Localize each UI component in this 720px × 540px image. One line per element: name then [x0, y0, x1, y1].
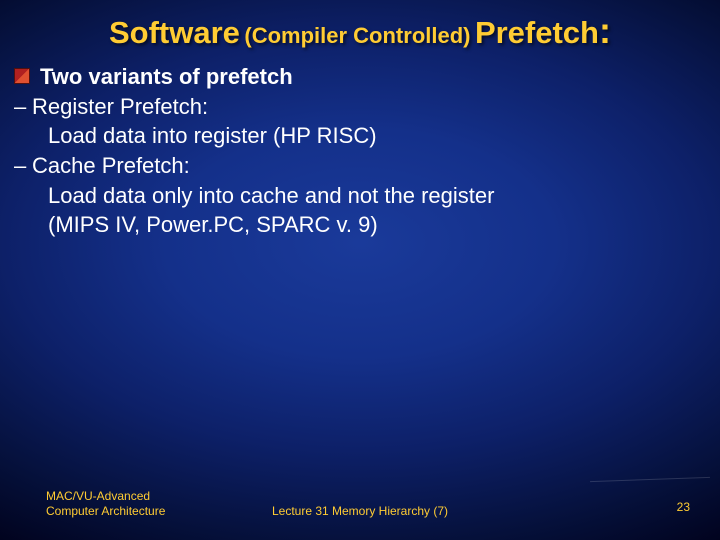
list-item: – Cache Prefetch: — [14, 151, 706, 181]
title-part2: (Compiler Controlled) — [244, 23, 470, 48]
bullet-text: Two variants of prefetch — [40, 62, 293, 92]
title-part3: Prefetch — [475, 15, 599, 50]
footer-mid: Lecture 31 Memory Hierarchy (7) — [0, 504, 720, 518]
slide: Software (Compiler Controlled) Prefetch:… — [0, 0, 720, 540]
slide-title: Software (Compiler Controlled) Prefetch: — [0, 10, 720, 52]
dash-icon: – — [14, 151, 32, 181]
dash-icon: – — [14, 92, 32, 122]
item1-desc: Load data into register (HP RISC) — [14, 121, 706, 151]
item2-desc-line1: Load data only into cache and not the re… — [14, 181, 706, 211]
decorative-line — [590, 477, 710, 482]
title-part1: Software — [109, 15, 240, 50]
list-item: – Register Prefetch: — [14, 92, 706, 122]
footer-left-line1: MAC/VU-Advanced — [46, 489, 165, 503]
title-colon: : — [599, 10, 611, 51]
item1-label: Register Prefetch: — [32, 92, 706, 122]
item2-label: Cache Prefetch: — [32, 151, 706, 181]
item2-desc-line2: (MIPS IV, Power.PC, SPARC v. 9) — [14, 210, 706, 240]
footer-page-number: 23 — [677, 500, 690, 514]
bullet-icon — [14, 68, 30, 84]
slide-body: Two variants of prefetch – Register Pref… — [14, 62, 706, 240]
bullet-row: Two variants of prefetch — [14, 62, 706, 92]
